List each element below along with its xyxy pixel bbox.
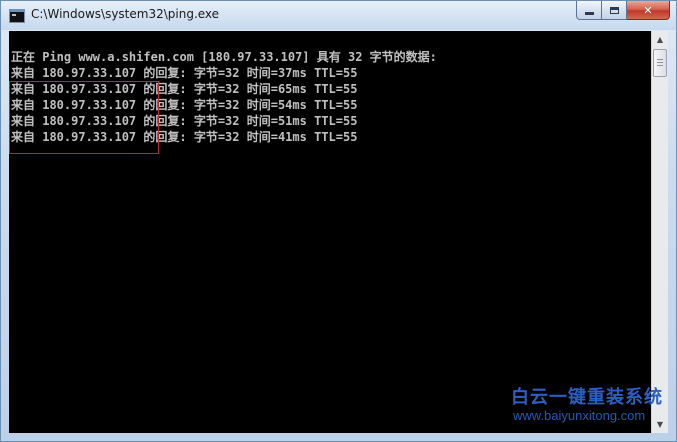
watermark-url: www.baiyunxitong.com (513, 408, 646, 423)
highlight-annotation-box (9, 81, 159, 154)
console-line-header: 正在 Ping www.a.shifen.com [180.97.33.107]… (11, 50, 437, 64)
console-window: C:\Windows\system32\ping.exe ✕ 正在 Ping w… (0, 0, 677, 442)
window-title: C:\Windows\system32\ping.exe (31, 7, 220, 21)
minimize-icon (584, 12, 594, 15)
close-icon: ✕ (643, 3, 653, 17)
title-bar[interactable]: C:\Windows\system32\ping.exe ✕ (1, 1, 676, 30)
scroll-up-arrow-icon[interactable]: ▲ (652, 31, 668, 48)
site-watermark: 白云一键重装系统 www.baiyunxitong.com (507, 387, 675, 423)
console-output[interactable]: 正在 Ping www.a.shifen.com [180.97.33.107]… (9, 31, 651, 433)
watermark-brand-name: 白云一键重装系统 (511, 387, 663, 408)
console-line-reply: 来自 180.97.33.107 的回复: 字节=32 时间=37ms TTL=… (11, 66, 358, 80)
maximize-icon (609, 6, 619, 14)
caption-buttons: ✕ (576, 1, 670, 21)
scroll-thumb[interactable] (653, 49, 667, 77)
maximize-button[interactable] (602, 1, 627, 20)
cmd-console-icon[interactable] (9, 9, 25, 23)
minimize-button[interactable] (576, 1, 602, 20)
close-button[interactable]: ✕ (627, 1, 670, 20)
vertical-scrollbar[interactable]: ▲ ▼ (651, 31, 668, 433)
